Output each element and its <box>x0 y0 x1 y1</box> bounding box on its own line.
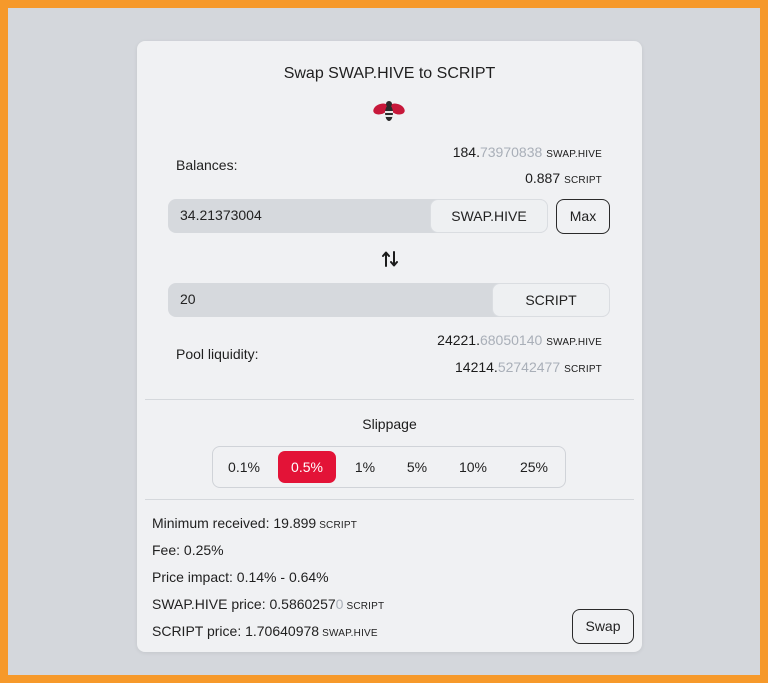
pool-swaphive-unit: SWAP.HIVE <box>546 337 602 348</box>
price-impact: Price impact: 0.14% - 0.64% <box>152 569 329 585</box>
script-price-unit: SWAP.HIVE <box>322 628 378 639</box>
script-price-text: SCRIPT price: 1.70640978 <box>152 623 320 639</box>
balance-swaphive-int: 184. <box>452 144 480 160</box>
pool-swaphive-int: 24221. <box>437 332 480 348</box>
to-token-selector[interactable]: SCRIPT <box>492 283 610 317</box>
slippage-option-0-5[interactable]: 0.5% <box>278 451 336 483</box>
slippage-option-1[interactable]: 1% <box>343 451 387 483</box>
swaphive-price-unit: SCRIPT <box>346 601 385 612</box>
minimum-received-text: Minimum received: 19.899 <box>152 515 317 531</box>
swaphive-price-text: SWAP.HIVE price: 0.5860257 <box>152 596 336 612</box>
script-price: SCRIPT price: 1.70640978 SWAP.HIVE <box>152 623 378 639</box>
minimum-received-unit: SCRIPT <box>319 520 358 531</box>
slippage-title: Slippage <box>362 416 417 432</box>
hive-bee-logo-icon <box>373 101 405 121</box>
slippage-option-5[interactable]: 5% <box>394 451 440 483</box>
divider-bottom <box>145 499 634 500</box>
divider-top <box>145 399 634 400</box>
slippage-option-0-1[interactable]: 0.1% <box>219 451 269 483</box>
pool-swaphive-dec: 68050140 <box>479 332 543 348</box>
slippage-option-10[interactable]: 10% <box>448 451 498 483</box>
pool-script-dec: 52742477 <box>497 359 561 375</box>
swap-dialog: Swap SWAP.HIVE to SCRIPT Balances: 184.7… <box>137 41 642 652</box>
swap-button[interactable]: Swap <box>572 609 634 644</box>
max-button[interactable]: Max <box>556 199 610 234</box>
minimum-received: Minimum received: 19.899 SCRIPT <box>152 515 357 531</box>
pool-swaphive: 24221.68050140 SWAP.HIVE <box>437 332 602 348</box>
from-amount-input[interactable]: 34.21373004 <box>180 207 262 223</box>
pool-script-unit: SCRIPT <box>564 364 602 375</box>
swaphive-price-dim: 0 <box>335 596 344 612</box>
from-token-selector[interactable]: SWAP.HIVE <box>430 199 548 233</box>
pool-liquidity-label: Pool liquidity: <box>176 346 259 362</box>
to-amount-input[interactable]: 20 <box>180 291 196 307</box>
fee: Fee: 0.25% <box>152 542 224 558</box>
balances-label: Balances: <box>176 157 238 173</box>
pool-script-int: 14214. <box>455 359 498 375</box>
swap-direction-icon[interactable] <box>381 250 399 268</box>
from-amount-field[interactable]: 34.21373004 SWAP.HIVE <box>168 199 548 233</box>
balance-swaphive-unit: SWAP.HIVE <box>546 149 602 160</box>
balance-script: 0.887 SCRIPT <box>525 170 602 186</box>
balance-swaphive-dec: 73970838 <box>479 144 543 160</box>
slippage-option-25[interactable]: 25% <box>506 451 562 483</box>
slippage-options: 0.1% 0.5% 1% 5% 10% 25% <box>212 446 566 488</box>
to-amount-field[interactable]: 20 SCRIPT <box>168 283 610 317</box>
pool-script: 14214.52742477 SCRIPT <box>455 359 602 375</box>
swaphive-price: SWAP.HIVE price: 0.58602570 SCRIPT <box>152 596 384 612</box>
balance-script-int: 0.887 <box>525 170 561 186</box>
balance-script-unit: SCRIPT <box>564 175 602 186</box>
dialog-title: Swap SWAP.HIVE to SCRIPT <box>283 65 496 82</box>
balance-swaphive: 184.73970838 SWAP.HIVE <box>453 144 602 160</box>
